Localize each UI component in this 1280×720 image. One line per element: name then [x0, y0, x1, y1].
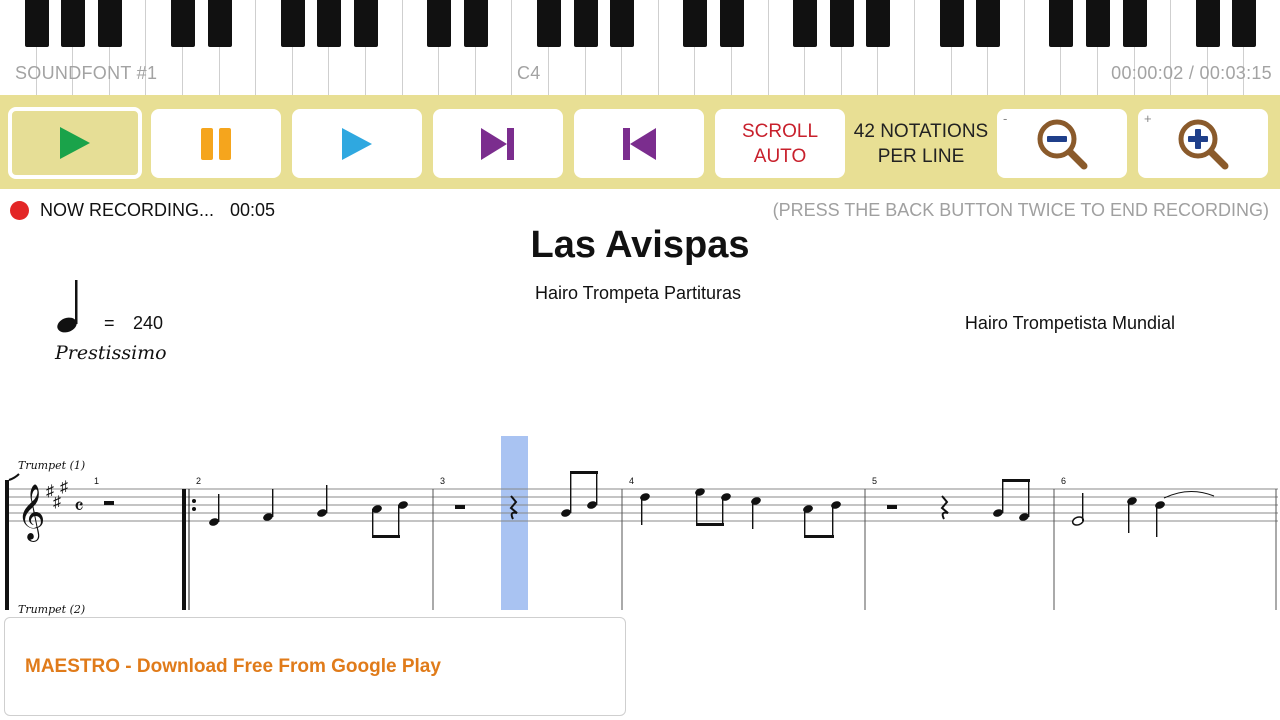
piano-black-key[interactable]: [866, 0, 891, 47]
svg-text:♯: ♯: [60, 479, 68, 496]
zoom-in-button[interactable]: +: [1138, 109, 1268, 178]
tempo-marking: Prestissimo: [55, 342, 167, 364]
piano-black-key[interactable]: [829, 0, 854, 47]
measure-number: 1: [94, 476, 99, 486]
toolbar: SCROLL AUTO 42 NOTATIONS PER LINE - +: [0, 95, 1280, 189]
measure-number: 4: [629, 476, 634, 486]
recording-indicator-icon: [10, 201, 29, 220]
current-note-label: C4: [517, 63, 541, 83]
piano-black-key[interactable]: [280, 0, 305, 47]
measure-number: 2: [196, 476, 201, 486]
skip-previous-icon: [623, 127, 656, 160]
zoom-in-icon: [1178, 119, 1229, 169]
scroll-auto-button[interactable]: SCROLL AUTO: [715, 109, 845, 178]
notations-count-label: 42 NOTATIONS: [853, 121, 989, 142]
svg-text:𝄴: 𝄴: [74, 495, 84, 520]
scroll-label: SCROLL: [741, 120, 819, 142]
treble-clef-icon: 𝄞: [17, 484, 45, 542]
play-from-start-button[interactable]: [292, 109, 422, 178]
recording-hint: (PRESS THE BACK BUTTON TWICE TO END RECO…: [772, 200, 1269, 220]
tempo-equals: =: [104, 313, 115, 333]
piano-black-key[interactable]: [354, 0, 378, 47]
notations-per-line[interactable]: 42 NOTATIONS PER LINE: [848, 119, 994, 169]
piano-black-key[interactable]: [1122, 0, 1147, 47]
ad-banner[interactable]: MAESTRO - Download Free From Google Play: [4, 617, 626, 716]
piano-black-key[interactable]: [610, 0, 635, 47]
piano-black-key[interactable]: [1232, 0, 1257, 47]
zoom-out-sign: -: [1003, 111, 1008, 126]
skip-next-button[interactable]: [433, 109, 563, 178]
skip-next-icon: [481, 127, 514, 160]
piano-black-key[interactable]: [1086, 0, 1110, 47]
tempo-value: 240: [133, 313, 164, 333]
piano-black-key[interactable]: [1049, 0, 1074, 47]
measure-number: 6: [1061, 476, 1066, 486]
piano-black-key[interactable]: [97, 0, 122, 47]
play-button[interactable]: [8, 107, 142, 179]
piano-black-key[interactable]: [976, 0, 1001, 47]
zoom-out-icon: [1037, 119, 1088, 169]
piano-black-key[interactable]: [317, 0, 342, 47]
recording-elapsed: 00:05: [230, 200, 276, 220]
piano-keyboard[interactable]: SOUNDFONT #1 C4 00:00:02 / 00:03:15: [0, 0, 1280, 95]
piano-black-key[interactable]: [427, 0, 452, 47]
piano-black-key[interactable]: [207, 0, 232, 47]
measure-number: 3: [440, 476, 445, 486]
piano-black-key[interactable]: [537, 0, 561, 47]
skip-previous-button[interactable]: [574, 109, 704, 178]
play-icon: [342, 127, 372, 160]
notations-per-line-label: PER LINE: [877, 146, 965, 167]
svg-text:♯: ♯: [53, 494, 61, 511]
score-subtitle: Hairo Trompeta Partituras: [534, 283, 742, 303]
piano-black-key[interactable]: [1195, 0, 1220, 47]
piano-black-key[interactable]: [24, 0, 49, 47]
ad-text[interactable]: MAESTRO - Download Free From Google Play: [25, 656, 441, 678]
soundfont-label[interactable]: SOUNDFONT #1: [15, 63, 157, 84]
pause-icon: [201, 127, 231, 160]
piano-black-key[interactable]: [793, 0, 818, 47]
piano-black-key[interactable]: [939, 0, 964, 47]
auto-label: AUTO: [753, 145, 807, 167]
playback-time: 00:00:02 / 00:03:15: [1111, 63, 1272, 83]
quarter-note-icon: [57, 280, 78, 333]
piano-black-key[interactable]: [720, 0, 744, 47]
score-staff[interactable]: 𝄞 ♯ ♯ ♯ 𝄴 1 2 3 4 5 6: [0, 430, 1280, 610]
zoom-in-sign: +: [1144, 111, 1152, 126]
play-icon: [60, 127, 90, 159]
recording-label: NOW RECORDING...: [40, 200, 214, 220]
measure-number: 5: [872, 476, 877, 486]
piano-black-key[interactable]: [683, 0, 708, 47]
piano-black-key[interactable]: [171, 0, 195, 47]
piano-black-key[interactable]: [573, 0, 598, 47]
piano-black-key[interactable]: [61, 0, 86, 47]
zoom-out-button[interactable]: -: [997, 109, 1127, 178]
piano-black-key[interactable]: [463, 0, 488, 47]
score-title: Las Avispas: [530, 224, 750, 266]
pause-button[interactable]: [151, 109, 281, 178]
score-composer: Hairo Trompetista Mundial: [964, 313, 1175, 333]
